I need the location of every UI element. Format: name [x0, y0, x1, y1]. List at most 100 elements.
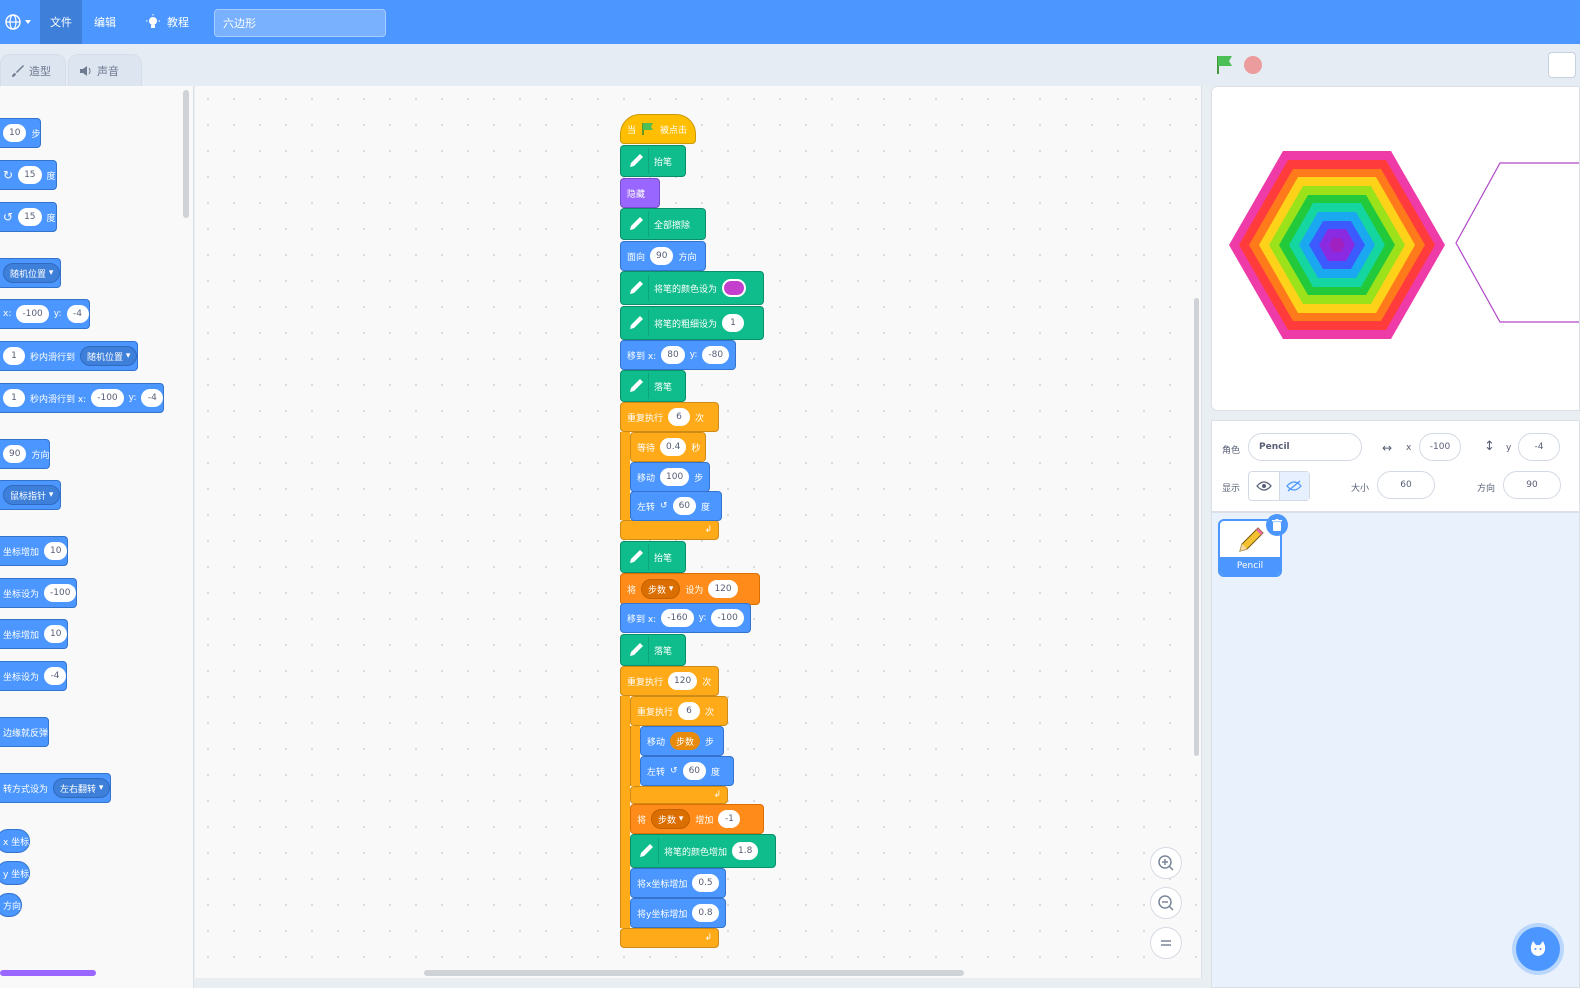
wait-block[interactable]: 等待 0.4 秒	[630, 432, 706, 462]
palette-glide-xy-block[interactable]: 1 秒内滑行到 x: -100 y: -4	[0, 383, 165, 413]
show-button[interactable]	[1249, 472, 1280, 500]
x-position-input[interactable]: -100	[1419, 433, 1461, 461]
pen-down-block-2[interactable]: 落笔	[620, 634, 686, 666]
glide-xy-y-value[interactable]: -4	[141, 389, 164, 407]
workspace-vertical-scrollbar[interactable]	[1194, 298, 1199, 756]
zoom-in-button[interactable]	[1150, 847, 1182, 879]
change-y-block[interactable]: 将y坐标增加 0.8	[630, 898, 726, 928]
script-workspace[interactable]: 当 被点击 抬笔 隐藏 全部擦除 面向 90 方向 将笔的颜色设为 将笔的粗细设…	[195, 86, 1202, 978]
glide-target-dropdown[interactable]: 随机位置 ▾	[80, 346, 138, 366]
variable-reporter[interactable]: 步数	[670, 732, 701, 750]
repeat-block-inner[interactable]: 重复执行 6 次 ↲ 移动 步数 步 左转 ↺ 60 度	[630, 696, 734, 804]
change-x-value[interactable]: 0.5	[692, 874, 719, 892]
palette-change-y-block[interactable]: 坐标增加 10	[0, 619, 69, 649]
change-variable-block[interactable]: 将 步数 ▾ 增加 -1	[630, 804, 764, 834]
palette-move-block[interactable]: 10 步	[0, 118, 42, 148]
change-y-value[interactable]: 10	[44, 625, 68, 643]
palette-goto-random-block[interactable]: 随机位置 ▾	[0, 258, 62, 288]
change-pen-color-value[interactable]: 1.8	[732, 842, 759, 860]
repeat-count-value[interactable]: 120	[668, 672, 698, 690]
change-y-value[interactable]: 0.8	[692, 904, 719, 922]
goto-target-dropdown[interactable]: 随机位置 ▾	[3, 263, 61, 283]
move-value[interactable]: 100	[660, 468, 690, 486]
when-flag-clicked-block[interactable]: 当 被点击	[620, 114, 696, 144]
glide-secs-value[interactable]: 1	[3, 347, 25, 365]
palette-x-position-reporter[interactable]: x 坐标	[0, 829, 31, 853]
point-direction-value[interactable]: 90	[3, 445, 27, 463]
hide-button[interactable]	[1279, 472, 1309, 500]
file-menu[interactable]: 文件	[40, 0, 82, 44]
goto-x-value[interactable]: -100	[16, 305, 49, 323]
y-position-input[interactable]: -4	[1518, 433, 1560, 461]
pen-up-block-2[interactable]: 抬笔	[620, 541, 686, 573]
erase-all-block[interactable]: 全部擦除	[620, 208, 706, 240]
hide-block[interactable]: 隐藏	[620, 178, 660, 208]
pen-size-value[interactable]: 1	[722, 314, 745, 332]
set-y-value[interactable]: -4	[44, 667, 67, 685]
change-x-value[interactable]: 10	[44, 542, 68, 560]
sprite-name-input[interactable]: Pencil	[1248, 433, 1362, 461]
palette-bounce-block[interactable]: 边缘就反弹	[0, 717, 50, 747]
palette-change-x-block[interactable]: 坐标增加 10	[0, 536, 69, 566]
set-variable-value[interactable]: 120	[708, 580, 738, 598]
project-title-input[interactable]: 六边形	[214, 9, 386, 37]
pen-color-swatch[interactable]	[722, 279, 747, 297]
small-stage-button[interactable]	[1548, 52, 1576, 78]
palette-point-direction-block[interactable]: 90 方向	[0, 439, 51, 469]
language-menu[interactable]	[0, 0, 38, 44]
edit-menu[interactable]: 编辑	[84, 0, 126, 44]
repeat-block[interactable]: 重复执行 6 次 ↲ 等待 0.4 秒 移动 100 步 左转 ↺ 60 度	[620, 402, 722, 542]
set-pen-size-block[interactable]: 将笔的粗细设为 1	[620, 306, 764, 340]
move-block[interactable]: 移动 100 步	[630, 462, 710, 492]
palette-turn-left-block[interactable]: ↺ 15 度	[0, 202, 57, 232]
turn-left-block[interactable]: 左转 ↺ 60 度	[630, 491, 722, 521]
point-towards-dropdown[interactable]: 鼠标指针 ▾	[3, 485, 61, 505]
turn-right-value[interactable]: 15	[18, 166, 42, 184]
turn-left-value[interactable]: 15	[18, 208, 42, 226]
goto-y-value[interactable]: -4	[66, 305, 89, 323]
size-input[interactable]: 60	[1377, 471, 1435, 499]
rotation-style-dropdown[interactable]: 左右翻转 ▾	[53, 778, 111, 798]
change-x-block[interactable]: 将x坐标增加 0.5	[630, 868, 726, 898]
stop-icon[interactable]	[1242, 54, 1264, 76]
glide-xy-secs-value[interactable]: 1	[3, 389, 25, 407]
tutorials-menu[interactable]: 教程	[136, 0, 198, 44]
palette-set-x-block[interactable]: 坐标设为 -100	[0, 578, 78, 608]
move-variable-block[interactable]: 移动 步数 步	[640, 726, 724, 756]
move-steps-value[interactable]: 10	[3, 124, 27, 142]
palette-rotation-style-block[interactable]: 转方式设为 左右翻转 ▾	[0, 773, 112, 803]
repeat-count-value[interactable]: 6	[668, 408, 691, 426]
palette-glide-random-block[interactable]: 1 秒内滑行到 随机位置 ▾	[0, 341, 139, 371]
palette-direction-reporter[interactable]: 方向	[0, 893, 23, 917]
tab-costumes[interactable]: 造型	[0, 54, 66, 86]
palette-goto-xy-block[interactable]: x: -100 y: -4	[0, 299, 90, 329]
zoom-out-button[interactable]	[1150, 887, 1182, 919]
wait-value[interactable]: 0.4	[660, 438, 687, 456]
glide-xy-x-value[interactable]: -100	[91, 389, 124, 407]
workspace-horizontal-scrollbar[interactable]	[424, 970, 964, 976]
point-direction-block[interactable]: 面向 90 方向	[620, 241, 706, 271]
direction-input[interactable]: 90	[1503, 471, 1561, 499]
goto-xy-block-2[interactable]: 移到 x: -160 y: -100	[620, 603, 751, 633]
change-pen-color-block[interactable]: 将笔的颜色增加 1.8	[630, 834, 776, 868]
repeat-count-value[interactable]: 6	[678, 702, 701, 720]
set-variable-block[interactable]: 将 步数 ▾ 设为 120	[620, 573, 760, 605]
tab-sounds[interactable]: 声音	[68, 54, 142, 86]
palette-set-y-block[interactable]: 坐标设为 -4	[0, 661, 68, 691]
variable-dropdown[interactable]: 步数 ▾	[651, 809, 691, 829]
turn-left-block-2[interactable]: 左转 ↺ 60 度	[640, 756, 734, 786]
goto-y-value[interactable]: -100	[711, 609, 744, 627]
goto-xy-block[interactable]: 移到 x: 80 y: -80	[620, 340, 736, 370]
zoom-reset-button[interactable]	[1150, 927, 1182, 959]
green-flag-icon[interactable]	[1214, 54, 1236, 76]
set-x-value[interactable]: -100	[44, 584, 77, 602]
repeat-block-outer[interactable]: 重复执行 120 次 ↲ 重复执行 6 次 ↲ 移动 步数 步 左转 ↺ 60	[620, 666, 780, 948]
palette-point-towards-block[interactable]: 鼠标指针 ▾	[0, 480, 62, 510]
turn-left-value[interactable]: 60	[672, 497, 697, 515]
choose-sprite-button[interactable]	[1516, 927, 1560, 971]
turn-left-value[interactable]: 60	[682, 762, 707, 780]
delete-sprite-button[interactable]	[1266, 514, 1288, 536]
palette-y-position-reporter[interactable]: y 坐标	[0, 861, 31, 885]
palette-turn-right-block[interactable]: ↻ 15 度	[0, 160, 57, 190]
change-variable-value[interactable]: -1	[718, 810, 741, 828]
